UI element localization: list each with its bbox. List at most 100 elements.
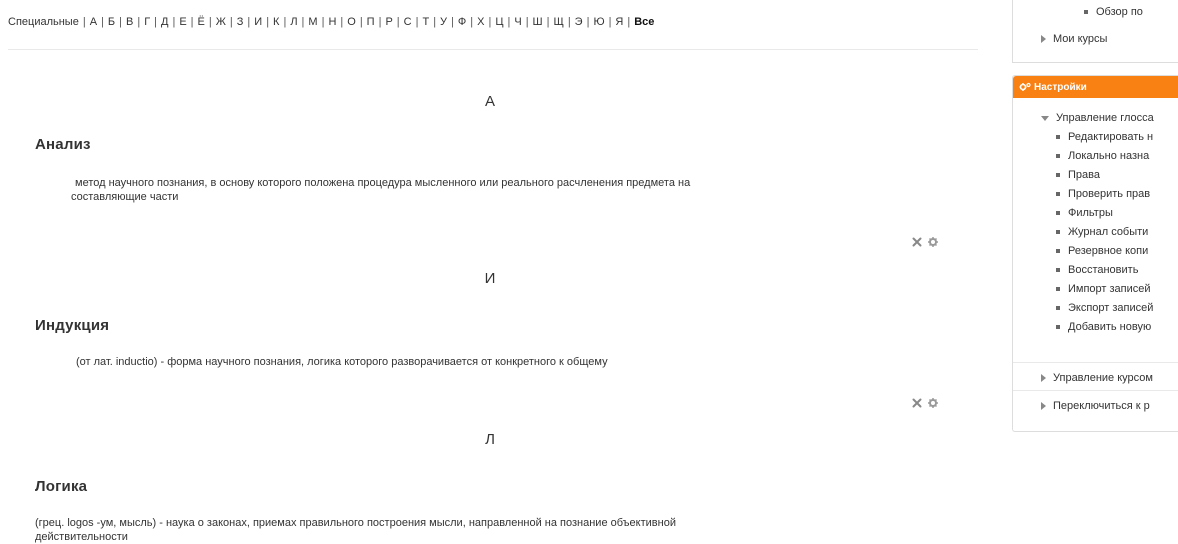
alphabet-link[interactable]: Е: [179, 16, 186, 28]
alphabet-link[interactable]: К: [273, 16, 279, 28]
separator: |: [433, 16, 437, 28]
alphabet-link[interactable]: И: [254, 16, 262, 28]
switch-role-node[interactable]: Переключиться к р: [1041, 400, 1150, 412]
bullet-icon: [1056, 135, 1060, 139]
alphabet-link[interactable]: С: [404, 16, 412, 28]
collapse-arrow-icon: [1041, 115, 1049, 121]
settings-item-label: Резервное копи: [1068, 245, 1149, 257]
divider: [1013, 362, 1178, 363]
alphabet-link[interactable]: Я: [615, 16, 623, 28]
close-icon[interactable]: [912, 237, 922, 247]
separator: |: [137, 16, 141, 28]
settings-item[interactable]: Восстановить: [1056, 264, 1138, 276]
settings-item[interactable]: Импорт записей: [1056, 283, 1151, 295]
definition-line: действительности: [35, 531, 128, 543]
alphabet-link[interactable]: Ф: [458, 16, 466, 28]
settings-header[interactable]: Настройки: [1013, 76, 1178, 98]
course-admin-node[interactable]: Управление курсом: [1041, 372, 1153, 384]
gears-icon: [1019, 82, 1031, 92]
separator: |: [340, 16, 344, 28]
glossary-admin-node[interactable]: Управление глосса: [1041, 112, 1154, 124]
entry-definition: метод научного познания, в основу которо…: [71, 176, 690, 204]
separator: |: [525, 16, 529, 28]
separator: |: [101, 16, 104, 28]
alphabet-link[interactable]: Х: [477, 16, 484, 28]
settings-item[interactable]: Проверить прав: [1056, 188, 1150, 200]
alphabet-link[interactable]: В: [126, 16, 133, 28]
settings-item-label: Редактировать н: [1068, 131, 1154, 143]
entry-term-logika: Логика: [35, 478, 88, 495]
close-icon[interactable]: [912, 398, 922, 408]
separator: |: [546, 16, 550, 28]
settings-item-label: Импорт записей: [1068, 283, 1151, 295]
settings-item[interactable]: Фильтры: [1056, 207, 1113, 219]
alphabet-link[interactable]: У: [440, 16, 447, 28]
settings-item-label: Журнал событи: [1068, 226, 1149, 238]
alphabet-link[interactable]: Г: [144, 16, 150, 28]
separator: |: [247, 16, 251, 28]
settings-item-label: Добавить новую: [1068, 321, 1152, 333]
alphabet-link[interactable]: Д: [161, 16, 168, 28]
settings-item[interactable]: Добавить новую: [1056, 321, 1151, 333]
bullet-icon: [1084, 10, 1088, 14]
separator: |: [208, 16, 212, 28]
alphabet-link[interactable]: Ё: [198, 16, 205, 28]
bullet-icon: [1056, 192, 1060, 196]
settings-item-label: Фильтры: [1068, 207, 1113, 219]
alphabet-navigation: Специальные | А | Б | В | Г | Д | Е | Ё | Ж | З | И | К | Л | М | Н |…: [8, 16, 654, 28]
alphabet-link[interactable]: А: [90, 16, 97, 28]
separator: |: [172, 16, 176, 28]
alphabet-link[interactable]: О: [347, 16, 356, 28]
expand-arrow-icon: [1041, 374, 1046, 382]
alphabet-link[interactable]: П: [367, 16, 375, 28]
settings-item[interactable]: Редактировать н: [1056, 131, 1153, 143]
definition-line: (грец. logos -ум, мысль) - наука о закон…: [35, 517, 676, 529]
alphabet-link[interactable]: Э: [575, 16, 583, 28]
alphabet-link[interactable]: Ц: [495, 16, 503, 28]
alphabet-link[interactable]: Ч: [514, 16, 521, 28]
entry-definition: (от лат. inductio) - форма научного позн…: [76, 355, 608, 369]
divider: [8, 49, 978, 50]
gear-icon[interactable]: [928, 237, 938, 247]
alphabet-link[interactable]: Ж: [216, 16, 226, 28]
separator: |: [229, 16, 233, 28]
alphabet-link[interactable]: Н: [328, 16, 336, 28]
alphabet-link[interactable]: М: [308, 16, 317, 28]
settings-item-label: Экспорт записей: [1068, 302, 1154, 314]
separator: |: [567, 16, 571, 28]
alphabet-link[interactable]: Ю: [593, 16, 604, 28]
alphabet-link[interactable]: Ш: [533, 16, 543, 28]
bullet-icon: [1056, 154, 1060, 158]
settings-item[interactable]: Локально назна: [1056, 150, 1149, 162]
alphabet-link[interactable]: Щ: [554, 16, 564, 28]
gear-icon[interactable]: [928, 398, 938, 408]
nav-item-my-courses[interactable]: Мои курсы: [1041, 33, 1107, 45]
separator: |: [190, 16, 194, 28]
settings-item[interactable]: Резервное копи: [1056, 245, 1148, 257]
settings-item[interactable]: Журнал событи: [1056, 226, 1148, 238]
settings-block: Настройки Управление глосса Редактироват…: [1012, 75, 1178, 432]
separator: |: [627, 16, 631, 28]
separator: |: [359, 16, 363, 28]
settings-item[interactable]: Экспорт записей: [1056, 302, 1153, 314]
node-label: Переключиться к р: [1053, 400, 1150, 412]
bullet-icon: [1056, 230, 1060, 234]
separator: |: [154, 16, 158, 28]
alphabet-link[interactable]: Б: [108, 16, 115, 28]
settings-item[interactable]: Права: [1056, 169, 1100, 181]
alphabet-link-special[interactable]: Специальные: [8, 16, 79, 28]
alphabet-link[interactable]: Р: [385, 16, 392, 28]
navigation-block: Обзор по Мои курсы: [1012, 0, 1178, 63]
separator: |: [119, 16, 122, 28]
settings-item-label: Проверить прав: [1068, 188, 1151, 200]
definition-line: (от лат. inductio) - форма научного позн…: [76, 356, 608, 368]
bullet-icon: [1056, 173, 1060, 177]
letter-heading-l: Л: [485, 431, 495, 448]
bullet-icon: [1056, 268, 1060, 272]
alphabet-link[interactable]: Т: [422, 16, 429, 28]
alphabet-link[interactable]: Л: [290, 16, 297, 28]
nav-item-overview[interactable]: Обзор по: [1084, 6, 1143, 18]
letter-heading-i: И: [484, 270, 496, 287]
alphabet-link[interactable]: З: [237, 16, 244, 28]
bullet-icon: [1056, 211, 1060, 215]
